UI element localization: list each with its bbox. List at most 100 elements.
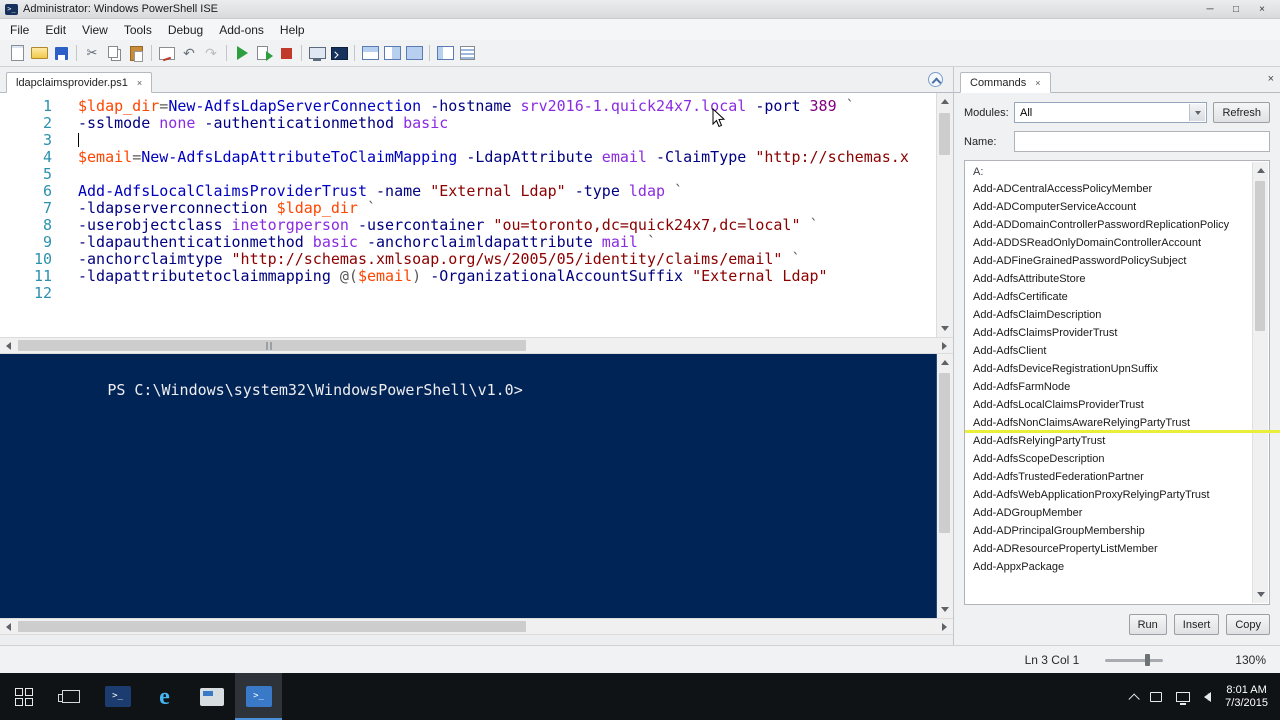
run-script-icon[interactable] (231, 42, 253, 64)
close-addon-pane-button[interactable]: × (1268, 74, 1274, 85)
commands-list-scrollbar[interactable] (1252, 162, 1268, 603)
cut-icon[interactable] (81, 42, 103, 64)
command-item[interactable]: Add-AdfsTrustedFederationPartner (965, 468, 1251, 486)
console-horizontal-scrollbar[interactable] (0, 618, 953, 635)
run-selection-icon[interactable] (253, 42, 275, 64)
menu-help[interactable]: Help (272, 20, 313, 40)
code-line[interactable]: 9 -ldapauthenticationmethod basic -anchor… (0, 234, 953, 251)
start-button[interactable] (0, 673, 47, 720)
code-line[interactable]: 7 -ldapserverconnection $ldap_dir ` (0, 200, 953, 217)
command-item[interactable]: Add-AdfsWebApplicationProxyRelyingPartyT… (965, 486, 1251, 504)
show-command-window-icon[interactable] (456, 42, 478, 64)
menu-view[interactable]: View (74, 20, 116, 40)
new-remote-powershell-tab-icon[interactable] (306, 42, 328, 64)
notifications-icon[interactable] (1150, 691, 1163, 702)
maximize-button[interactable]: □ (1223, 1, 1249, 17)
refresh-button[interactable]: Refresh (1213, 102, 1270, 123)
insert-button[interactable]: Insert (1173, 614, 1220, 635)
code-line[interactable]: 1 $ldap_dir=New-AdfsLdapServerConnection … (0, 98, 953, 115)
scroll-down-icon[interactable] (937, 601, 953, 618)
scroll-down-icon[interactable] (937, 320, 953, 337)
start-powershell-icon[interactable] (328, 42, 350, 64)
scroll-right-icon[interactable] (936, 338, 953, 354)
dropdown-arrow-icon[interactable] (1189, 104, 1206, 121)
command-item[interactable]: Add-ADDSReadOnlyDomainControllerAccount (965, 234, 1251, 252)
command-item[interactable]: Add-AdfsClaimsProviderTrust (965, 324, 1251, 342)
code-line[interactable]: 4 $email=New-AdfsLdapAttributeToClaimMapp… (0, 149, 953, 166)
scroll-right-icon[interactable] (936, 619, 953, 635)
code-line[interactable]: 5 (0, 166, 953, 183)
minimize-button[interactable]: ─ (1197, 1, 1223, 17)
command-item[interactable]: Add-AppxPackage (965, 558, 1251, 576)
copy-icon[interactable] (103, 42, 125, 64)
code-line[interactable]: 8 -userobjectclass inetorgperson -usercon… (0, 217, 953, 234)
splitter-grip-icon[interactable] (266, 342, 274, 350)
modules-dropdown[interactable]: All (1014, 102, 1208, 123)
task-view-button[interactable] (47, 673, 94, 720)
scrollbar-thumb[interactable] (939, 113, 950, 155)
name-filter-input[interactable] (1014, 131, 1270, 152)
editor-vertical-scrollbar[interactable] (936, 93, 953, 337)
menu-tools[interactable]: Tools (116, 20, 160, 40)
scrollbar-thumb[interactable] (939, 373, 950, 533)
code-line[interactable]: 11 -ldapattributetoclaimmapping @($email)… (0, 268, 953, 285)
script-pane-right-icon[interactable] (381, 42, 403, 64)
powershell-taskbar-button[interactable]: >_ (94, 673, 141, 720)
command-item[interactable]: Add-AdfsClient (965, 342, 1251, 360)
script-tab[interactable]: ldapclaimsprovider.ps1 × (6, 72, 153, 93)
command-item[interactable]: Add-ADCentralAccessPolicyMember (965, 180, 1251, 198)
command-item[interactable]: Add-AdfsLocalClaimsProviderTrust (965, 396, 1251, 414)
menu-debug[interactable]: Debug (160, 20, 211, 40)
show-command-addon-icon[interactable] (434, 42, 456, 64)
command-item[interactable]: Add-AdfsRelyingPartyTrust (965, 432, 1251, 450)
menu-add-ons[interactable]: Add-ons (211, 20, 272, 40)
command-item[interactable]: Add-AdfsDeviceRegistrationUpnSuffix (965, 360, 1251, 378)
command-item[interactable]: Add-AdfsNonClaimsAwareRelyingPartyTrust (965, 414, 1280, 433)
code-line[interactable]: 12 (0, 285, 953, 302)
script-pane-maximized-icon[interactable] (403, 42, 425, 64)
editor-horizontal-scrollbar[interactable] (0, 337, 953, 354)
command-item[interactable]: Add-AdfsScopeDescription (965, 450, 1251, 468)
command-item[interactable]: Add-AdfsClaimDescription (965, 306, 1251, 324)
commands-tab-close-icon[interactable]: × (1035, 78, 1040, 88)
clear-console-icon[interactable] (156, 42, 178, 64)
command-item[interactable]: Add-AdfsAttributeStore (965, 270, 1251, 288)
internet-explorer-taskbar-button[interactable]: e (141, 673, 188, 720)
stop-operation-icon[interactable] (275, 42, 297, 64)
scroll-down-icon[interactable] (1253, 586, 1269, 603)
scroll-up-icon[interactable] (937, 354, 953, 371)
console-vertical-scrollbar[interactable] (936, 354, 953, 618)
zoom-slider-thumb[interactable] (1144, 653, 1150, 666)
server-manager-taskbar-button[interactable] (188, 673, 235, 720)
scroll-up-icon[interactable] (937, 93, 953, 110)
console-pane[interactable]: PS C:\Windows\system32\WindowsPowerShell… (0, 354, 953, 618)
code-line[interactable]: 6 Add-AdfsLocalClaimsProviderTrust -name … (0, 183, 953, 200)
command-item[interactable]: Add-ADGroupMember (965, 504, 1251, 522)
script-tab-close-icon[interactable]: × (137, 78, 142, 88)
command-item[interactable]: Add-AdfsFarmNode (965, 378, 1251, 396)
hidden-icons-chevron-icon[interactable] (1128, 692, 1140, 705)
paste-icon[interactable] (125, 42, 147, 64)
copy-button[interactable]: Copy (1226, 614, 1270, 635)
script-pane-top-icon[interactable] (359, 42, 381, 64)
script-editor[interactable]: 1 $ldap_dir=New-AdfsLdapServerConnection … (0, 93, 953, 337)
code-line[interactable]: 10 -anchorclaimtype "http://schemas.xmlso… (0, 251, 953, 268)
new-script-icon[interactable] (6, 42, 28, 64)
scroll-left-icon[interactable] (0, 619, 17, 635)
redo-icon[interactable] (200, 42, 222, 64)
scroll-left-icon[interactable] (0, 338, 17, 354)
scrollbar-thumb[interactable] (18, 621, 526, 632)
network-icon[interactable] (1176, 691, 1191, 705)
command-item[interactable]: Add-ADDomainControllerPasswordReplicatio… (965, 216, 1251, 234)
run-button[interactable]: Run (1128, 614, 1167, 635)
taskbar-clock[interactable]: 8:01 AM 7/3/2015 (1225, 684, 1268, 710)
command-item[interactable]: Add-ADPrincipalGroupMembership (965, 522, 1251, 540)
close-button[interactable]: × (1249, 1, 1275, 17)
menu-file[interactable]: File (2, 20, 37, 40)
open-script-icon[interactable] (28, 42, 50, 64)
command-item[interactable]: Add-ADResourcePropertyListMember (965, 540, 1251, 558)
code-line[interactable]: 2 -sslmode none -authenticationmethod bas… (0, 115, 953, 132)
scroll-up-icon[interactable] (1253, 162, 1269, 179)
volume-icon[interactable] (1204, 691, 1212, 702)
scrollbar-thumb[interactable] (1255, 181, 1265, 331)
